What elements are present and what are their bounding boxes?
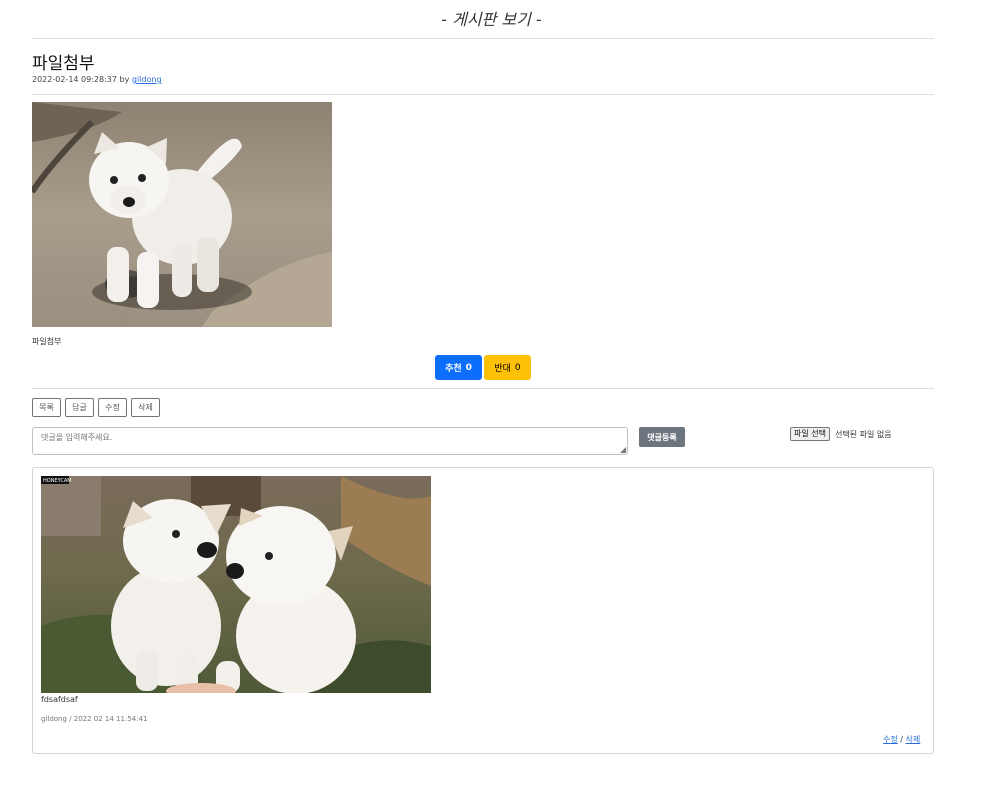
delete-button[interactable]: 삭제 [131, 398, 160, 417]
comment-meta: gildong / 2022 02 14 11:54:41 [41, 715, 148, 723]
file-select-button[interactable]: 파일 선택 [790, 427, 830, 441]
comment-submit-button[interactable]: 댓글등록 [639, 427, 685, 447]
recommend-count: 0 [465, 362, 472, 373]
comment-delete-link[interactable]: 삭제 [906, 735, 921, 744]
comment-actions: 수정 / 삭제 [883, 734, 920, 745]
comment-edit-link[interactable]: 수정 [883, 735, 898, 744]
comment-input[interactable] [32, 427, 628, 455]
oppose-count: 0 [514, 362, 521, 373]
comment-image: HONEYCAM [41, 476, 431, 693]
divider [32, 388, 934, 389]
reply-button[interactable]: 답글 [65, 398, 94, 417]
watermark: HONEYCAM [43, 478, 72, 484]
post-date: 2022-02-14 09:28:37 [32, 75, 117, 84]
resize-handle-icon[interactable]: ◢ [620, 446, 628, 454]
divider [32, 94, 934, 95]
post-title: 파일첨부 [32, 54, 95, 74]
list-button[interactable]: 목록 [32, 398, 61, 417]
edit-button[interactable]: 수정 [98, 398, 127, 417]
attached-image [32, 102, 332, 327]
oppose-button[interactable]: 반대 0 [484, 355, 531, 380]
post-author-link[interactable]: gildong [132, 75, 162, 84]
page-title: - 게시판 보기 - [441, 10, 542, 29]
recommend-label: 추천 [445, 364, 462, 374]
attachment-caption: 파일첨부 [32, 337, 62, 346]
comment-action-separator: / [900, 735, 903, 744]
divider [32, 38, 934, 39]
file-status: 선택된 파일 없음 [835, 430, 892, 439]
oppose-label: 반대 [494, 364, 511, 374]
post-by: by [119, 75, 130, 84]
post-meta: 2022-02-14 09:28:37 by gildong [32, 75, 162, 84]
comment-text: fdsafdsaf [41, 695, 78, 704]
recommend-button[interactable]: 추천 0 [435, 355, 482, 380]
